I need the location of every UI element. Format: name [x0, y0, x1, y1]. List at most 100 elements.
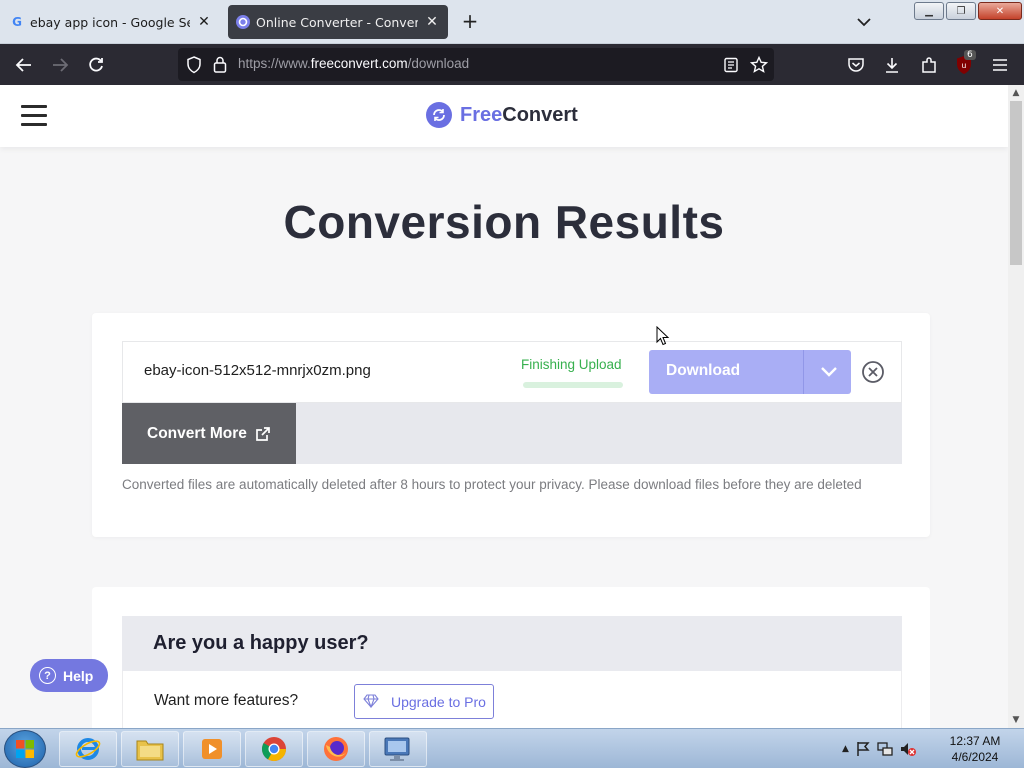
taskbar-firefox[interactable] — [307, 731, 365, 767]
results-card: ebay-icon-512x512-mnrjx0zm.png Finishing… — [92, 313, 930, 537]
list-all-tabs-button[interactable] — [852, 10, 876, 34]
close-tab-icon[interactable]: ✕ — [196, 14, 212, 30]
clock-date: 4/6/2024 — [951, 750, 999, 764]
upgrade-label: Upgrade to Pro — [391, 693, 486, 710]
scroll-up-arrow-icon[interactable]: ▲ — [1008, 85, 1024, 101]
google-icon: G — [12, 15, 22, 29]
button-divider — [803, 350, 804, 394]
convert-more-bar: Convert More — [122, 403, 902, 464]
happy-user-title: Are you a happy user? — [122, 616, 902, 671]
extension-badge: 6 — [964, 50, 976, 60]
url-text[interactable]: https://www.freeconvert.com/download — [238, 56, 469, 71]
tab-title: Online Converter - Convert Ima — [256, 14, 418, 30]
taskbar-remote-desktop[interactable] — [369, 731, 427, 767]
tab-title: ebay app icon - Google Search — [30, 14, 190, 30]
address-bar[interactable]: https://www.freeconvert.com/download — [178, 48, 774, 81]
help-label: Help — [63, 667, 94, 684]
file-name: ebay-icon-512x512-mnrjx0zm.png — [144, 362, 371, 379]
pocket-button[interactable] — [845, 54, 867, 76]
url-prefix: https://www. — [238, 56, 311, 71]
system-clock[interactable]: 12:37 AM 4/6/2024 — [940, 733, 1010, 765]
volume-muted-icon[interactable] — [899, 741, 917, 757]
privacy-note: Converted files are automatically delete… — [122, 477, 862, 492]
media-player-icon — [202, 739, 222, 759]
show-hidden-icons-icon[interactable]: ▲ — [842, 744, 849, 754]
remove-file-button[interactable] — [861, 360, 885, 384]
taskbar-media-player[interactable] — [183, 731, 241, 767]
tab-freeconvert[interactable]: Online Converter - Convert Ima ✕ — [228, 5, 448, 39]
windows-logo-icon — [16, 740, 34, 758]
mouse-cursor-icon — [656, 325, 670, 350]
bookmark-star-icon[interactable] — [750, 56, 768, 74]
freeconvert-icon — [236, 15, 250, 29]
logo-text-free: Free — [460, 103, 503, 126]
back-arrow-icon — [15, 58, 31, 72]
logo-text-convert: Convert — [502, 103, 578, 126]
download-button[interactable]: Download — [649, 350, 851, 394]
hamburger-menu-icon — [993, 59, 1007, 71]
scroll-down-arrow-icon[interactable]: ▼ — [1008, 712, 1024, 728]
close-tab-icon[interactable]: ✕ — [424, 14, 440, 30]
close-circle-icon — [862, 361, 884, 383]
tab-strip: G ebay app icon - Google Search ✕ Online… — [0, 0, 1024, 44]
svg-text:u: u — [962, 61, 966, 70]
convert-more-label: Convert More — [147, 424, 247, 442]
help-button[interactable]: ? Help — [30, 659, 108, 692]
tab-google-search[interactable]: G ebay app icon - Google Search ✕ — [2, 5, 220, 39]
forward-arrow-icon — [53, 58, 69, 72]
chevron-down-icon — [821, 367, 837, 377]
back-button[interactable] — [13, 54, 35, 76]
reader-view-icon[interactable] — [723, 57, 739, 73]
site-menu-button[interactable] — [21, 105, 47, 127]
firefox-icon — [324, 737, 348, 761]
action-center-flag-icon[interactable] — [855, 741, 871, 757]
download-label: Download — [666, 362, 741, 379]
close-window-button[interactable]: ✕ — [978, 2, 1022, 20]
taskbar-file-explorer[interactable] — [121, 731, 179, 767]
restore-button[interactable]: ❐ — [946, 2, 976, 20]
scrollbar-thumb[interactable] — [1010, 101, 1022, 265]
diamond-icon — [363, 694, 379, 708]
web-page: Free Convert Conversion Results ebay-icon… — [0, 85, 1008, 728]
url-path: /download — [407, 56, 470, 71]
window-controls: ▁ ❐ ✕ — [914, 2, 1022, 20]
app-menu-button[interactable] — [989, 54, 1011, 76]
chevron-down-icon — [857, 18, 871, 27]
question-icon: ? — [39, 667, 56, 684]
want-more-text: Want more features? — [154, 692, 299, 709]
windows-taskbar: ▲ 12:37 AM 4/6/2024 — [0, 728, 1024, 768]
external-link-icon — [256, 426, 270, 441]
network-icon[interactable] — [877, 741, 893, 757]
upload-status: Finishing Upload — [521, 357, 622, 372]
lock-icon[interactable] — [213, 56, 227, 73]
file-row: ebay-icon-512x512-mnrjx0zm.png Finishing… — [122, 341, 902, 403]
upgrade-to-pro-button[interactable]: Upgrade to Pro — [354, 684, 494, 719]
upgrade-row: Want more features? Upgrade to Pro — [122, 671, 902, 728]
internet-explorer-icon — [75, 738, 101, 760]
chrome-icon — [261, 737, 286, 762]
taskbar-chrome[interactable] — [245, 731, 303, 767]
convert-more-button[interactable]: Convert More — [122, 403, 296, 464]
minimize-button[interactable]: ▁ — [914, 2, 944, 20]
vertical-scrollbar[interactable]: ▲ ▼ — [1008, 85, 1024, 728]
browser-toolbar: https://www.freeconvert.com/download u — [0, 44, 1024, 85]
reload-button[interactable] — [85, 54, 107, 76]
download-options-dropdown[interactable] — [807, 350, 851, 394]
taskbar-internet-explorer[interactable] — [59, 731, 117, 767]
downloads-button[interactable] — [881, 54, 903, 76]
download-icon — [886, 58, 898, 73]
extensions-button[interactable] — [918, 54, 940, 76]
start-button[interactable] — [4, 730, 46, 768]
url-domain: freeconvert.com — [310, 56, 408, 71]
freeconvert-logo[interactable]: Free Convert — [426, 102, 578, 128]
file-explorer-icon — [136, 740, 164, 761]
new-tab-button[interactable]: + — [458, 9, 482, 33]
site-header: Free Convert — [0, 85, 1008, 147]
happy-user-card: Are you a happy user? Want more features… — [92, 587, 930, 728]
freeconvert-logo-icon — [426, 102, 452, 128]
remote-desktop-icon — [384, 737, 410, 761]
forward-button[interactable] — [49, 54, 71, 76]
shield-icon[interactable] — [186, 56, 202, 74]
reload-icon — [89, 57, 103, 72]
puzzle-icon — [922, 57, 936, 73]
